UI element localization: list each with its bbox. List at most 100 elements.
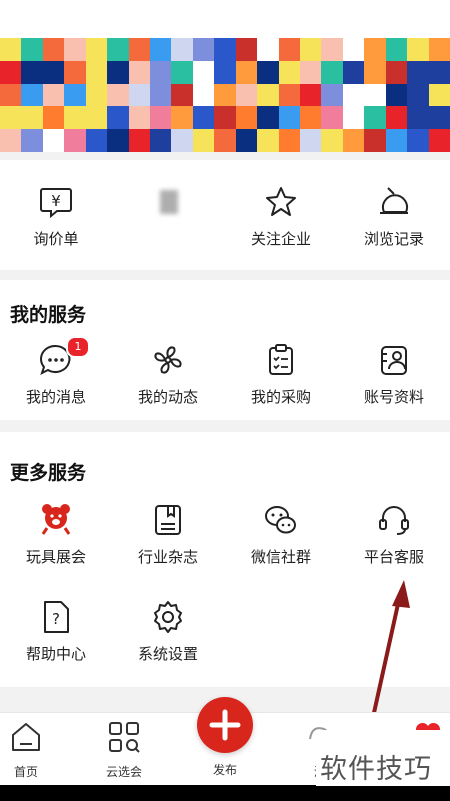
service-my-purchases[interactable]: 我的采购: [225, 340, 337, 407]
banner-mosaic-tile: [150, 106, 172, 130]
service-system-settings[interactable]: 系统设置: [112, 597, 224, 664]
banner-mosaic-tile: [21, 60, 43, 84]
grid-search-icon: [109, 722, 140, 753]
quick-link-browse-history[interactable]: 浏览记录: [338, 182, 450, 249]
banner-mosaic-tile: [321, 38, 343, 61]
banner-mosaic-tile: [0, 83, 22, 107]
banner-image: [0, 38, 450, 152]
tab-home[interactable]: 首页: [0, 719, 66, 780]
service-label: 行业杂志: [137, 548, 198, 566]
service-label: 玩具展会: [25, 548, 86, 566]
service-my-messages[interactable]: 我的消息: [0, 340, 112, 407]
headset-icon: [379, 506, 409, 535]
banner-mosaic-tile: [171, 106, 193, 130]
quick-link-label: 浏览记录: [363, 230, 424, 248]
more-services-title: 更多服务: [10, 462, 87, 484]
banner-mosaic-tile: [364, 106, 386, 130]
banner-mosaic-tile: [150, 129, 172, 152]
service-label: 我的消息: [25, 388, 86, 406]
banner-mosaic-tile: [385, 60, 408, 84]
pinwheel-icon: [154, 346, 182, 374]
blurred-icon: [160, 190, 178, 214]
message-count-badge: 1: [66, 336, 90, 358]
banner-mosaic-tile: [278, 60, 300, 84]
banner-mosaic-tile: [64, 129, 86, 152]
banner-mosaic-tile: [300, 129, 322, 152]
banner-mosaic-tile: [300, 38, 322, 61]
banner-mosaic-tile: [214, 129, 236, 152]
gear-icon: [154, 601, 182, 633]
banner-mosaic-tile: [0, 106, 22, 130]
quick-link-blurred[interactable]: [112, 182, 224, 228]
banner-mosaic-tile: [214, 83, 236, 107]
service-label: 我的动态: [137, 388, 198, 406]
toy-bear-icon: [41, 504, 71, 535]
banner-mosaic-tile: [300, 60, 322, 84]
banner-mosaic-tile: [257, 60, 279, 84]
banner-mosaic-tile: [428, 129, 450, 152]
banner-mosaic-tile: [107, 60, 129, 84]
banner-mosaic-tile: [107, 38, 129, 61]
banner-mosaic-tile: [385, 106, 408, 130]
banner-mosaic-tile: [0, 129, 22, 152]
price-inquiry-icon: ¥: [40, 188, 72, 219]
banner-mosaic-tile: [171, 60, 193, 84]
banner-mosaic-tile: [85, 106, 108, 130]
help-document-icon: ?: [44, 601, 69, 633]
banner-mosaic-tile: [0, 60, 22, 84]
wechat-icon: [265, 506, 296, 534]
banner-mosaic-tile: [235, 60, 258, 84]
service-account-profile[interactable]: 账号资料: [338, 340, 450, 407]
banner[interactable]: [0, 0, 450, 152]
banner-mosaic-tile: [321, 129, 343, 152]
service-platform-support[interactable]: 平台客服: [338, 500, 450, 567]
more-services-card: 更多服务 玩具展会 行业杂志 微信社群 平台客服 ? 帮助中心 系统设置: [0, 432, 450, 687]
banner-mosaic-tile: [85, 60, 108, 84]
banner-mosaic-tile: [64, 38, 86, 61]
service-my-activity[interactable]: 我的动态: [112, 340, 224, 407]
banner-mosaic-tile: [42, 129, 65, 152]
tab-label: 云选会: [105, 765, 142, 779]
banner-mosaic-tile: [21, 83, 43, 107]
quick-links-card: ¥ 询价单 关注企业 浏览记录: [0, 160, 450, 270]
banner-mosaic-tile: [342, 38, 365, 61]
quick-link-followed-companies[interactable]: 关注企业: [225, 182, 337, 249]
banner-mosaic-tile: [342, 129, 365, 152]
tab-yunxuanhui[interactable]: 云选会: [84, 719, 164, 780]
banner-mosaic-tile: [171, 129, 193, 152]
banner-mosaic-tile: [428, 83, 450, 107]
service-help-center[interactable]: ? 帮助中心: [0, 597, 112, 664]
service-wechat-group[interactable]: 微信社群: [225, 500, 337, 567]
banner-mosaic-tile: [235, 38, 258, 61]
home-icon: [12, 723, 40, 751]
svg-text:?: ?: [52, 610, 60, 628]
banner-mosaic-tile: [0, 38, 22, 61]
banner-mosaic-tile: [407, 60, 429, 84]
banner-mosaic-tile: [214, 106, 236, 130]
service-industry-magazine[interactable]: 行业杂志: [112, 500, 224, 567]
browse-history-icon: [380, 187, 408, 214]
account-profile-icon: [381, 346, 407, 375]
publish-button[interactable]: [197, 697, 253, 753]
banner-mosaic-tile: [407, 38, 429, 61]
service-label: 账号资料: [363, 388, 424, 406]
banner-mosaic-tile: [128, 129, 150, 152]
banner-mosaic-tile: [85, 38, 108, 61]
banner-mosaic-tile: [128, 83, 150, 107]
service-toy-fair[interactable]: 玩具展会: [0, 500, 112, 567]
quick-link-price-inquiry[interactable]: ¥ 询价单: [0, 182, 112, 249]
service-label: 帮助中心: [25, 645, 86, 663]
banner-mosaic-tile: [342, 83, 365, 107]
banner-mosaic-tile: [300, 106, 322, 130]
banner-mosaic-tile: [85, 83, 108, 107]
banner-mosaic-tile: [42, 83, 65, 107]
banner-mosaic-tile: [214, 38, 236, 61]
banner-mosaic-tile: [85, 129, 108, 152]
star-follow-icon: [266, 187, 296, 216]
banner-mosaic-tile: [21, 38, 43, 61]
banner-mosaic-tile: [64, 60, 86, 84]
banner-mosaic-tile: [171, 38, 193, 61]
banner-mosaic-tile: [407, 129, 429, 152]
service-label: 我的采购: [250, 388, 311, 406]
banner-mosaic-tile: [150, 83, 172, 107]
